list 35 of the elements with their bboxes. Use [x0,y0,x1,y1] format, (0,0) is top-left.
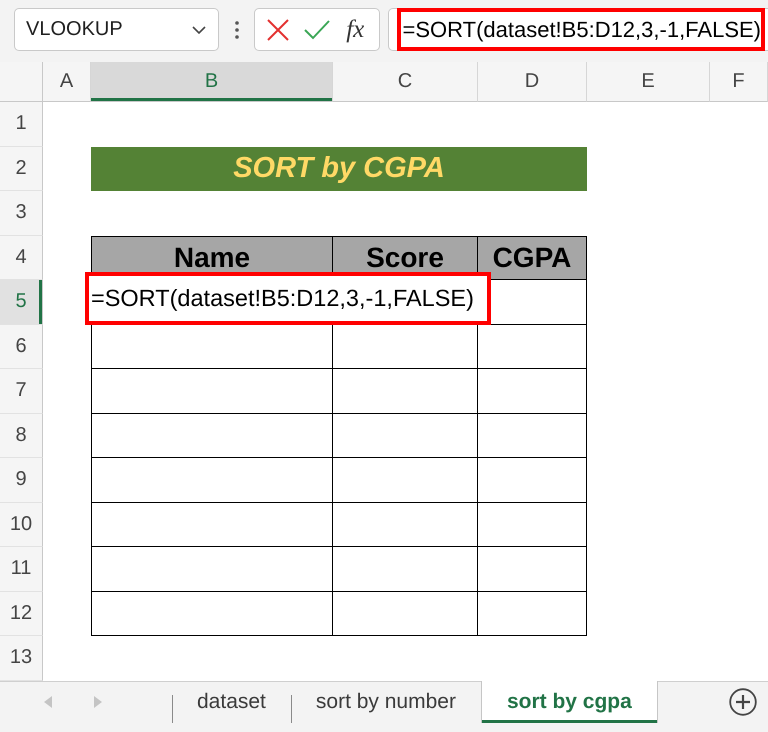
row-header[interactable]: 1 [0,102,43,146]
caret-icon [192,26,206,34]
row-header[interactable]: 13 [0,636,43,680]
row-header[interactable]: 9 [0,458,43,502]
sheet-title: SORT by CGPA [91,146,587,191]
check-icon [304,20,330,40]
row-header[interactable]: 10 [0,502,43,547]
plus-circle-icon [729,688,757,716]
table-header-cell: CGPA [478,236,587,280]
column-header[interactable]: C [333,62,478,102]
row-header[interactable]: 2 [0,146,43,191]
column-header[interactable]: F [710,62,768,102]
right-triangle-icon [94,696,102,708]
cross-icon [267,18,290,40]
column-header[interactable]: B [91,62,333,102]
column-header[interactable]: E [587,62,710,102]
name-box[interactable]: VLOOKUP [14,8,220,51]
row-header[interactable]: 5 [0,280,43,324]
row-header[interactable]: 12 [0,592,43,636]
column-header[interactable]: D [478,62,587,102]
vertical-dots-icon[interactable] [235,20,240,38]
row-header[interactable]: 4 [0,236,43,280]
column-header[interactable]: A [43,62,91,102]
row-header[interactable]: 7 [0,369,43,414]
sheet-tab[interactable]: sort by number [290,680,481,722]
row-header[interactable]: 6 [0,324,43,369]
sheet-tab[interactable]: sort by cgpa [480,680,658,722]
cell-formula-text: =SORT(dataset!B5:D12,3,-1,FALSE) [85,272,491,325]
left-triangle-icon [44,696,52,708]
row-header[interactable]: 11 [0,547,43,592]
sheet-tab[interactable]: dataset [172,680,291,722]
row-header[interactable]: 3 [0,191,43,236]
row-header[interactable]: 8 [0,414,43,458]
insert-function-button[interactable]: fx [337,12,374,46]
new-sheet-button[interactable] [729,688,757,716]
